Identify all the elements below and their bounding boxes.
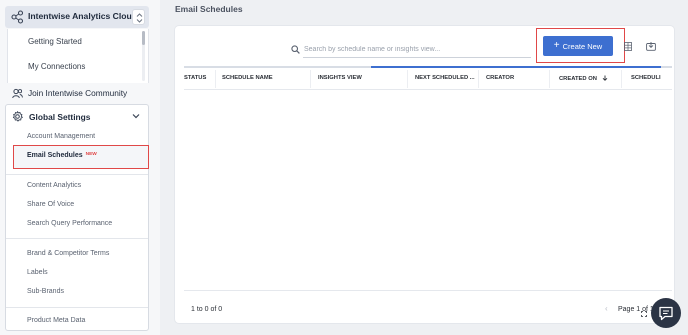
column-header-insights-view[interactable]: INSIGHTS VIEW xyxy=(318,75,362,81)
sidebar-item-product-meta-data[interactable]: Product Meta Data xyxy=(27,317,85,324)
chevron-updown-icon[interactable] xyxy=(132,9,145,25)
column-header-schedule-name[interactable]: SCHEDULE NAME xyxy=(222,75,273,81)
sidebar-item-brand-competitor-terms[interactable]: Brand & Competitor Terms xyxy=(27,250,109,257)
users-icon xyxy=(12,88,23,98)
app-title: Intentwise Analytics Cloud xyxy=(28,11,138,21)
chat-bubble-icon xyxy=(659,306,673,320)
page-indicator: Page 1 of 1 xyxy=(618,306,654,313)
column-separator xyxy=(478,70,479,88)
scrollbar-thumb[interactable] xyxy=(142,31,145,45)
sidebar-item-account-management[interactable]: Account Management xyxy=(27,133,95,140)
global-settings-panel: Global Settings Account Management Email… xyxy=(5,104,149,331)
sidebar-item-label: Email Schedules xyxy=(27,152,83,159)
chat-support-button[interactable] xyxy=(651,298,681,328)
sidebar-item-content-analytics[interactable]: Content Analytics xyxy=(27,182,81,189)
sidebar-item-community[interactable]: Join Intentwise Community xyxy=(12,87,127,99)
plus-icon: + xyxy=(553,40,560,51)
prev-page-icon[interactable]: ‹ xyxy=(605,304,608,313)
sidebar-item-search-query-performance[interactable]: Search Query Performance xyxy=(27,220,112,227)
global-settings-label: Global Settings xyxy=(29,111,91,122)
subnav-item-getting-started[interactable]: Getting Started xyxy=(28,37,82,46)
search-icon xyxy=(291,45,300,54)
global-settings-header[interactable]: Global Settings xyxy=(12,111,90,122)
column-header-status[interactable]: STATUS xyxy=(184,75,206,81)
new-badge: NEW xyxy=(85,152,97,157)
divider xyxy=(6,238,148,239)
column-separator xyxy=(549,70,550,88)
expand-corners-icon[interactable] xyxy=(641,311,647,317)
app-switcher[interactable]: Intentwise Analytics Cloud xyxy=(5,6,149,28)
column-separator xyxy=(407,70,408,88)
columns-grid-icon[interactable] xyxy=(624,42,632,51)
column-header-creator[interactable]: CREATOR xyxy=(486,75,514,81)
getting-started-subnav: Getting Started My Connections xyxy=(7,29,149,83)
create-new-button[interactable]: + Create New xyxy=(543,36,613,56)
column-separator xyxy=(310,70,311,88)
download-tray-icon[interactable] xyxy=(646,41,656,51)
sidebar: Intentwise Analytics Cloud Getting Start… xyxy=(0,0,160,335)
search-input[interactable] xyxy=(303,42,531,58)
divider xyxy=(6,174,148,175)
share-nodes-icon xyxy=(11,10,23,24)
table-header-divider xyxy=(184,89,672,90)
sidebar-item-email-schedules[interactable]: Email Schedules NEW xyxy=(27,152,97,159)
column-header-next-scheduled[interactable]: NEXT SCHEDULED ... xyxy=(415,75,475,81)
table-footer-divider xyxy=(184,290,672,291)
sidebar-item-labels[interactable]: Labels xyxy=(27,269,48,276)
chevron-down-icon[interactable] xyxy=(132,113,140,119)
column-separator xyxy=(621,70,622,88)
subnav-item-my-connections[interactable]: My Connections xyxy=(28,62,85,71)
row-count: 1 to 0 of 0 xyxy=(191,306,223,313)
horizontal-scroll-indicator[interactable] xyxy=(371,66,661,68)
gear-icon xyxy=(12,111,23,122)
column-header-label: CREATED ON xyxy=(559,76,597,82)
column-header-schedule[interactable]: SCHEDULI xyxy=(631,75,661,81)
divider xyxy=(6,307,148,308)
arrow-down-icon xyxy=(602,75,607,81)
page-title: Email Schedules xyxy=(175,4,243,14)
sidebar-item-label: Join Intentwise Community xyxy=(28,88,128,98)
sidebar-item-sub-brands[interactable]: Sub-Brands xyxy=(27,288,64,295)
create-new-label: Create New xyxy=(562,41,603,51)
column-header-created-on[interactable]: CREATED ON xyxy=(559,75,608,82)
sidebar-item-share-of-voice[interactable]: Share Of Voice xyxy=(27,201,74,208)
column-separator xyxy=(215,70,216,88)
schedules-card: + Create New STATUS SCHEDULE NAME INSIGH… xyxy=(175,26,674,323)
